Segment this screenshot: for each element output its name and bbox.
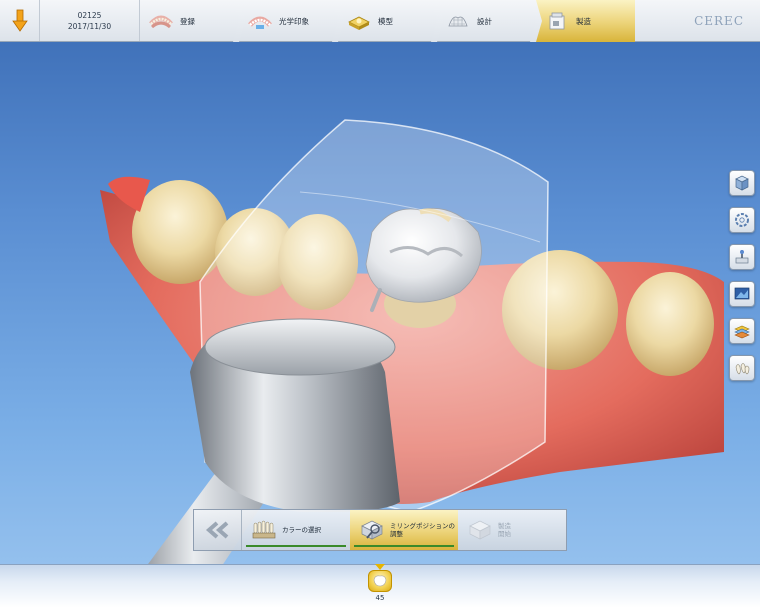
- step-label: 光学印象: [279, 16, 309, 26]
- substep-progress-bar: [354, 545, 454, 547]
- screenshot-button[interactable]: [729, 281, 755, 307]
- start-milling-icon: [469, 520, 491, 540]
- substep-label: ミリングポジションの 調整: [390, 522, 455, 538]
- design-mesh-icon: [448, 16, 468, 27]
- case-info: 02125 2017/11/30: [40, 0, 140, 41]
- substep-label: カラーの選択: [282, 526, 321, 534]
- layers-icon: [734, 325, 750, 339]
- substep-milling-position[interactable]: ミリングポジションの 調整: [350, 510, 458, 550]
- substep-progress-bar: [246, 545, 346, 547]
- milling-unit-icon: [549, 12, 565, 30]
- layers-button[interactable]: [729, 318, 755, 344]
- step-label: 登録: [180, 16, 195, 26]
- step-label: 模型: [378, 16, 393, 26]
- substep-start-milling: 製造 開始: [458, 510, 566, 550]
- case-id: 02125: [77, 10, 102, 20]
- teeth-view-icon: [735, 363, 750, 375]
- case-date: 2017/11/30: [67, 21, 112, 31]
- crown-tooth-icon: [373, 575, 387, 587]
- milling-position-icon: [361, 520, 383, 540]
- jaw-arch-icon: [149, 15, 173, 29]
- step-acquisition[interactable]: 光学印象: [239, 0, 338, 42]
- rotate-view-button[interactable]: [729, 207, 755, 233]
- restoration-number: 45: [375, 594, 385, 602]
- step-model[interactable]: 模型: [338, 0, 437, 42]
- view-cube-button[interactable]: [729, 170, 755, 196]
- substep-label: 製造 開始: [498, 522, 511, 538]
- shade-guide-icon: [252, 520, 276, 539]
- rotate-ring-icon: [735, 213, 749, 227]
- scan-arch-icon: [248, 16, 272, 29]
- workflow-bar: 02125 2017/11/30 登録 光学印象 模型 設計 製造 CEREC: [0, 0, 760, 42]
- double-chevron-left-icon: [205, 521, 228, 539]
- back-button[interactable]: [194, 510, 242, 550]
- tool-settings-button[interactable]: [729, 244, 755, 270]
- tool-settings-icon: [735, 250, 749, 264]
- restoration-strip: 45: [0, 564, 760, 608]
- home-button[interactable]: [0, 0, 40, 41]
- milling-holder-face: [204, 318, 396, 376]
- step-label: 設計: [477, 16, 492, 26]
- restoration-tile[interactable]: [368, 570, 392, 592]
- download-arrow-icon: [11, 9, 28, 32]
- step-label: 製造: [576, 16, 591, 26]
- view-tools-panel: [724, 42, 760, 564]
- step-design[interactable]: 設計: [437, 0, 536, 42]
- model-box-icon: [348, 16, 370, 30]
- manufacture-substeps: カラーの選択 ミリングポジションの 調整 製造 開始: [193, 509, 567, 551]
- teeth-view-button[interactable]: [729, 355, 755, 381]
- workflow-steps: 登録 光学印象 模型 設計 製造: [140, 0, 650, 42]
- tooth-front-1: [626, 272, 714, 376]
- restoration-item[interactable]: 45: [366, 564, 394, 608]
- brand-logo: CEREC: [694, 13, 744, 28]
- 3d-viewport[interactable]: [0, 42, 724, 564]
- substep-color-selection[interactable]: カラーの選択: [242, 510, 350, 550]
- dental-scene: [100, 119, 724, 564]
- view-cube-icon: [735, 175, 749, 191]
- step-manufacture[interactable]: 製造: [536, 0, 635, 42]
- step-registration[interactable]: 登録: [140, 0, 239, 42]
- screenshot-icon: [734, 287, 750, 300]
